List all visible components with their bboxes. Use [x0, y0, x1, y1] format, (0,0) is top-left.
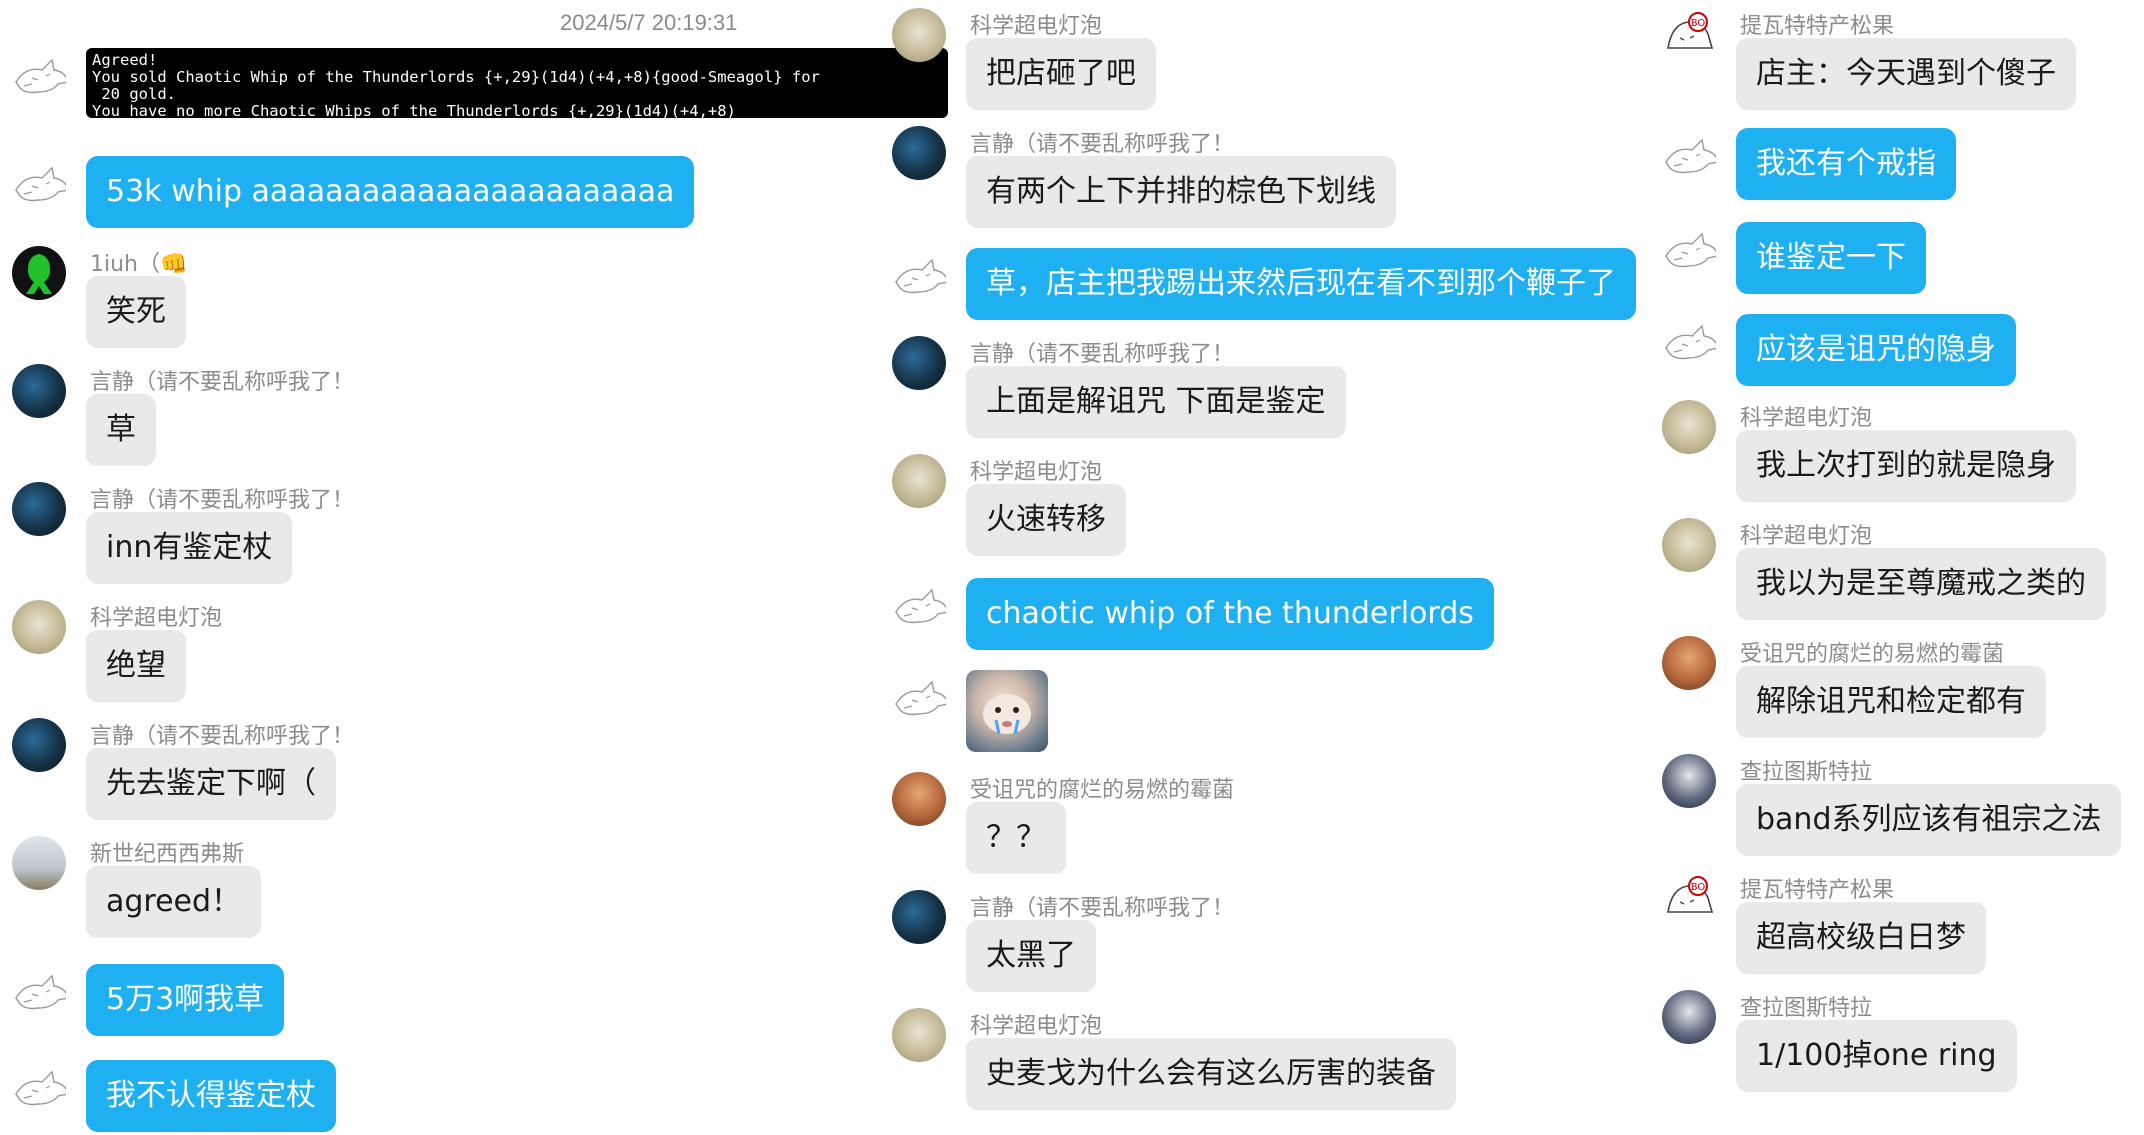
- self-wolf-icon[interactable]: [12, 968, 66, 1022]
- message-bubble[interactable]: 谁鉴定一下: [1736, 222, 1926, 294]
- svg-text:BO: BO: [1691, 882, 1706, 893]
- kexue-avatar[interactable]: [892, 1008, 946, 1062]
- message-bubble[interactable]: 应该是诅咒的隐身: [1736, 314, 2016, 386]
- sender-name[interactable]: 言静（请不要乱称呼我了！: [970, 336, 1234, 368]
- sender-name[interactable]: 科学超电灯泡: [1740, 518, 1872, 550]
- sender-name[interactable]: 科学超电灯泡: [90, 600, 222, 632]
- message-bubble[interactable]: 超高校级白日梦: [1736, 902, 1986, 974]
- message-bubble[interactable]: 我以为是至尊魔戒之类的: [1736, 548, 2106, 620]
- message-bubble[interactable]: 草，店主把我踢出来然后现在看不到那个鞭子了: [966, 248, 1636, 320]
- sender-name[interactable]: 查拉图斯特拉: [1740, 754, 1872, 786]
- self-wolf-icon[interactable]: [892, 582, 946, 636]
- message-bubble[interactable]: 1/100掉one ring: [1736, 1020, 2017, 1092]
- message-bubble[interactable]: 我还有个戒指: [1736, 128, 1956, 200]
- self-wolf-icon[interactable]: [1662, 132, 1716, 186]
- message-bubble[interactable]: 史麦戈为什么会有这么厉害的装备: [966, 1038, 1456, 1110]
- message-bubble[interactable]: agreed！: [86, 866, 262, 938]
- tiwa-avatar[interactable]: BO: [1662, 8, 1716, 62]
- sender-name[interactable]: 言静（请不要乱称呼我了！: [970, 126, 1234, 158]
- sender-name[interactable]: 科学超电灯泡: [970, 1008, 1102, 1040]
- sender-name[interactable]: 言静（请不要乱称呼我了！: [970, 890, 1234, 922]
- yanjing-avatar[interactable]: [892, 126, 946, 180]
- message-bubble[interactable]: 店主：今天遇到个傻子: [1736, 38, 2076, 110]
- message-bubble[interactable]: chaotic whip of the thunderlords: [966, 578, 1494, 650]
- message-bubble[interactable]: 先去鉴定下啊（: [86, 748, 336, 820]
- image-message[interactable]: [966, 670, 1048, 752]
- kexue-avatar[interactable]: [892, 454, 946, 508]
- message-bubble[interactable]: 笑死: [86, 276, 186, 348]
- message-bubble[interactable]: 解除诅咒和检定都有: [1736, 666, 2046, 738]
- message-bubble[interactable]: ？？: [966, 802, 1066, 874]
- self-wolf-icon[interactable]: [12, 160, 66, 214]
- self-wolf-icon[interactable]: [892, 252, 946, 306]
- sender-name[interactable]: 1iuh（👊: [90, 246, 187, 278]
- tiwa-avatar[interactable]: BO: [1662, 872, 1716, 926]
- chala-avatar[interactable]: [1662, 754, 1716, 808]
- xinshiji-avatar[interactable]: [12, 836, 66, 890]
- message-bubble[interactable]: 火速转移: [966, 484, 1126, 556]
- sender-name[interactable]: 言静（请不要乱称呼我了！: [90, 718, 354, 750]
- message-bubble[interactable]: 上面是解诅咒 下面是鉴定: [966, 366, 1346, 438]
- sender-name[interactable]: 提瓦特特产松果: [1740, 8, 1894, 40]
- yanjing-avatar[interactable]: [892, 890, 946, 944]
- 1iuh-avatar[interactable]: [12, 246, 66, 300]
- kexue-avatar[interactable]: [1662, 518, 1716, 572]
- sender-name[interactable]: 科学超电灯泡: [1740, 400, 1872, 432]
- svg-text:BO: BO: [1691, 18, 1706, 29]
- self-wolf-icon[interactable]: [12, 1064, 66, 1118]
- chat-column-3: BO 提瓦特特产松果 店主：今天遇到个傻子 我还有个戒指 谁鉴定一下 应该是诅咒的隐身 科学…: [1650, 0, 2144, 1135]
- message-bubble[interactable]: 53k whip aaaaaaaaaaaaaaaaaaaaaaa: [86, 156, 695, 228]
- chat-column-2: 科学超电灯泡 把店砸了吧 言静（请不要乱称呼我了！ 有两个上下并排的棕色下划线 草，店主…: [880, 0, 1650, 1135]
- yanjing-avatar[interactable]: [892, 336, 946, 390]
- sender-name[interactable]: 言静（请不要乱称呼我了！: [90, 482, 354, 514]
- message-bubble[interactable]: 草: [86, 394, 156, 466]
- chat-column-1: Agreed! You sold Chaotic Whip of the Thu…: [0, 0, 948, 1135]
- message-bubble[interactable]: band系列应该有祖宗之法: [1736, 784, 2122, 856]
- message-bubble[interactable]: 绝望: [86, 630, 186, 702]
- kexue-avatar[interactable]: [892, 8, 946, 62]
- sender-name[interactable]: 言静（请不要乱称呼我了！: [90, 364, 354, 396]
- kexue-avatar[interactable]: [12, 600, 66, 654]
- self-wolf-icon[interactable]: [892, 674, 946, 728]
- terminal-screenshot-message[interactable]: Agreed! You sold Chaotic Whip of the Thu…: [86, 48, 948, 118]
- shouzu-avatar[interactable]: [1662, 636, 1716, 690]
- sender-name[interactable]: 提瓦特特产松果: [1740, 872, 1894, 904]
- yanjing-avatar[interactable]: [12, 364, 66, 418]
- yanjing-avatar[interactable]: [12, 718, 66, 772]
- message-bubble[interactable]: 我上次打到的就是隐身: [1736, 430, 2076, 502]
- shouzu-avatar[interactable]: [892, 772, 946, 826]
- sender-name[interactable]: 科学超电灯泡: [970, 454, 1102, 486]
- self-wolf-icon[interactable]: [1662, 226, 1716, 280]
- message-bubble[interactable]: 有两个上下并排的棕色下划线: [966, 156, 1396, 228]
- chala-avatar[interactable]: [1662, 990, 1716, 1044]
- yanjing-avatar[interactable]: [12, 482, 66, 536]
- message-bubble[interactable]: 5万3啊我草: [86, 964, 285, 1036]
- sender-name[interactable]: 新世纪西西弗斯: [90, 836, 244, 868]
- kexue-avatar[interactable]: [1662, 400, 1716, 454]
- sender-name[interactable]: 受诅咒的腐烂的易燃的霉菌: [1740, 636, 2004, 668]
- self-wolf-icon[interactable]: [12, 52, 66, 106]
- self-wolf-icon[interactable]: [1662, 318, 1716, 372]
- message-bubble[interactable]: inn有鉴定杖: [86, 512, 293, 584]
- sender-name[interactable]: 查拉图斯特拉: [1740, 990, 1872, 1022]
- fist-emoji-icon: 👊: [160, 252, 188, 277]
- message-bubble[interactable]: 我不认得鉴定杖: [86, 1060, 336, 1132]
- sender-name[interactable]: 受诅咒的腐烂的易燃的霉菌: [970, 772, 1234, 804]
- message-bubble[interactable]: 太黑了: [966, 920, 1096, 992]
- sender-name[interactable]: 科学超电灯泡: [970, 8, 1102, 40]
- message-bubble[interactable]: 把店砸了吧: [966, 38, 1156, 110]
